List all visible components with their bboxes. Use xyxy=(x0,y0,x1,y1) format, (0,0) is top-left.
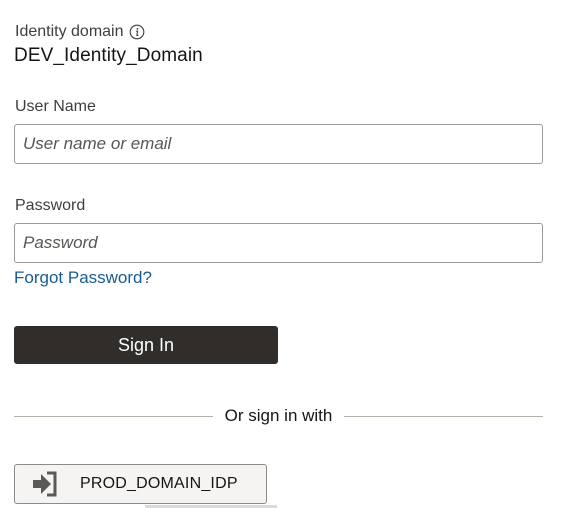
divider-line-right xyxy=(344,415,544,417)
identity-domain-value: DEV_Identity_Domain xyxy=(14,45,203,66)
forgot-password-link[interactable]: Forgot Password? xyxy=(14,268,152,288)
info-icon[interactable] xyxy=(129,24,145,40)
alt-sign-in-text: Or sign in with xyxy=(224,406,333,425)
identity-domain-label-row: Identity domain xyxy=(15,22,145,42)
sign-in-arrow-icon xyxy=(15,465,75,503)
idp-sign-in-button[interactable]: PROD_DOMAIN_IDP xyxy=(14,464,267,504)
password-label: Password xyxy=(15,197,86,214)
sign-in-button[interactable]: Sign In xyxy=(14,326,278,364)
idp-label: PROD_DOMAIN_IDP xyxy=(80,475,238,492)
alt-sign-in-divider: Or sign in with xyxy=(14,405,544,427)
identity-domain-label: Identity domain xyxy=(15,23,124,40)
username-input[interactable] xyxy=(14,124,543,164)
username-label: User Name xyxy=(15,98,96,115)
divider-line-left xyxy=(14,415,213,417)
sign-in-form: Identity domain DEV_Identity_Domain User… xyxy=(0,0,576,508)
password-input[interactable] xyxy=(14,223,543,263)
